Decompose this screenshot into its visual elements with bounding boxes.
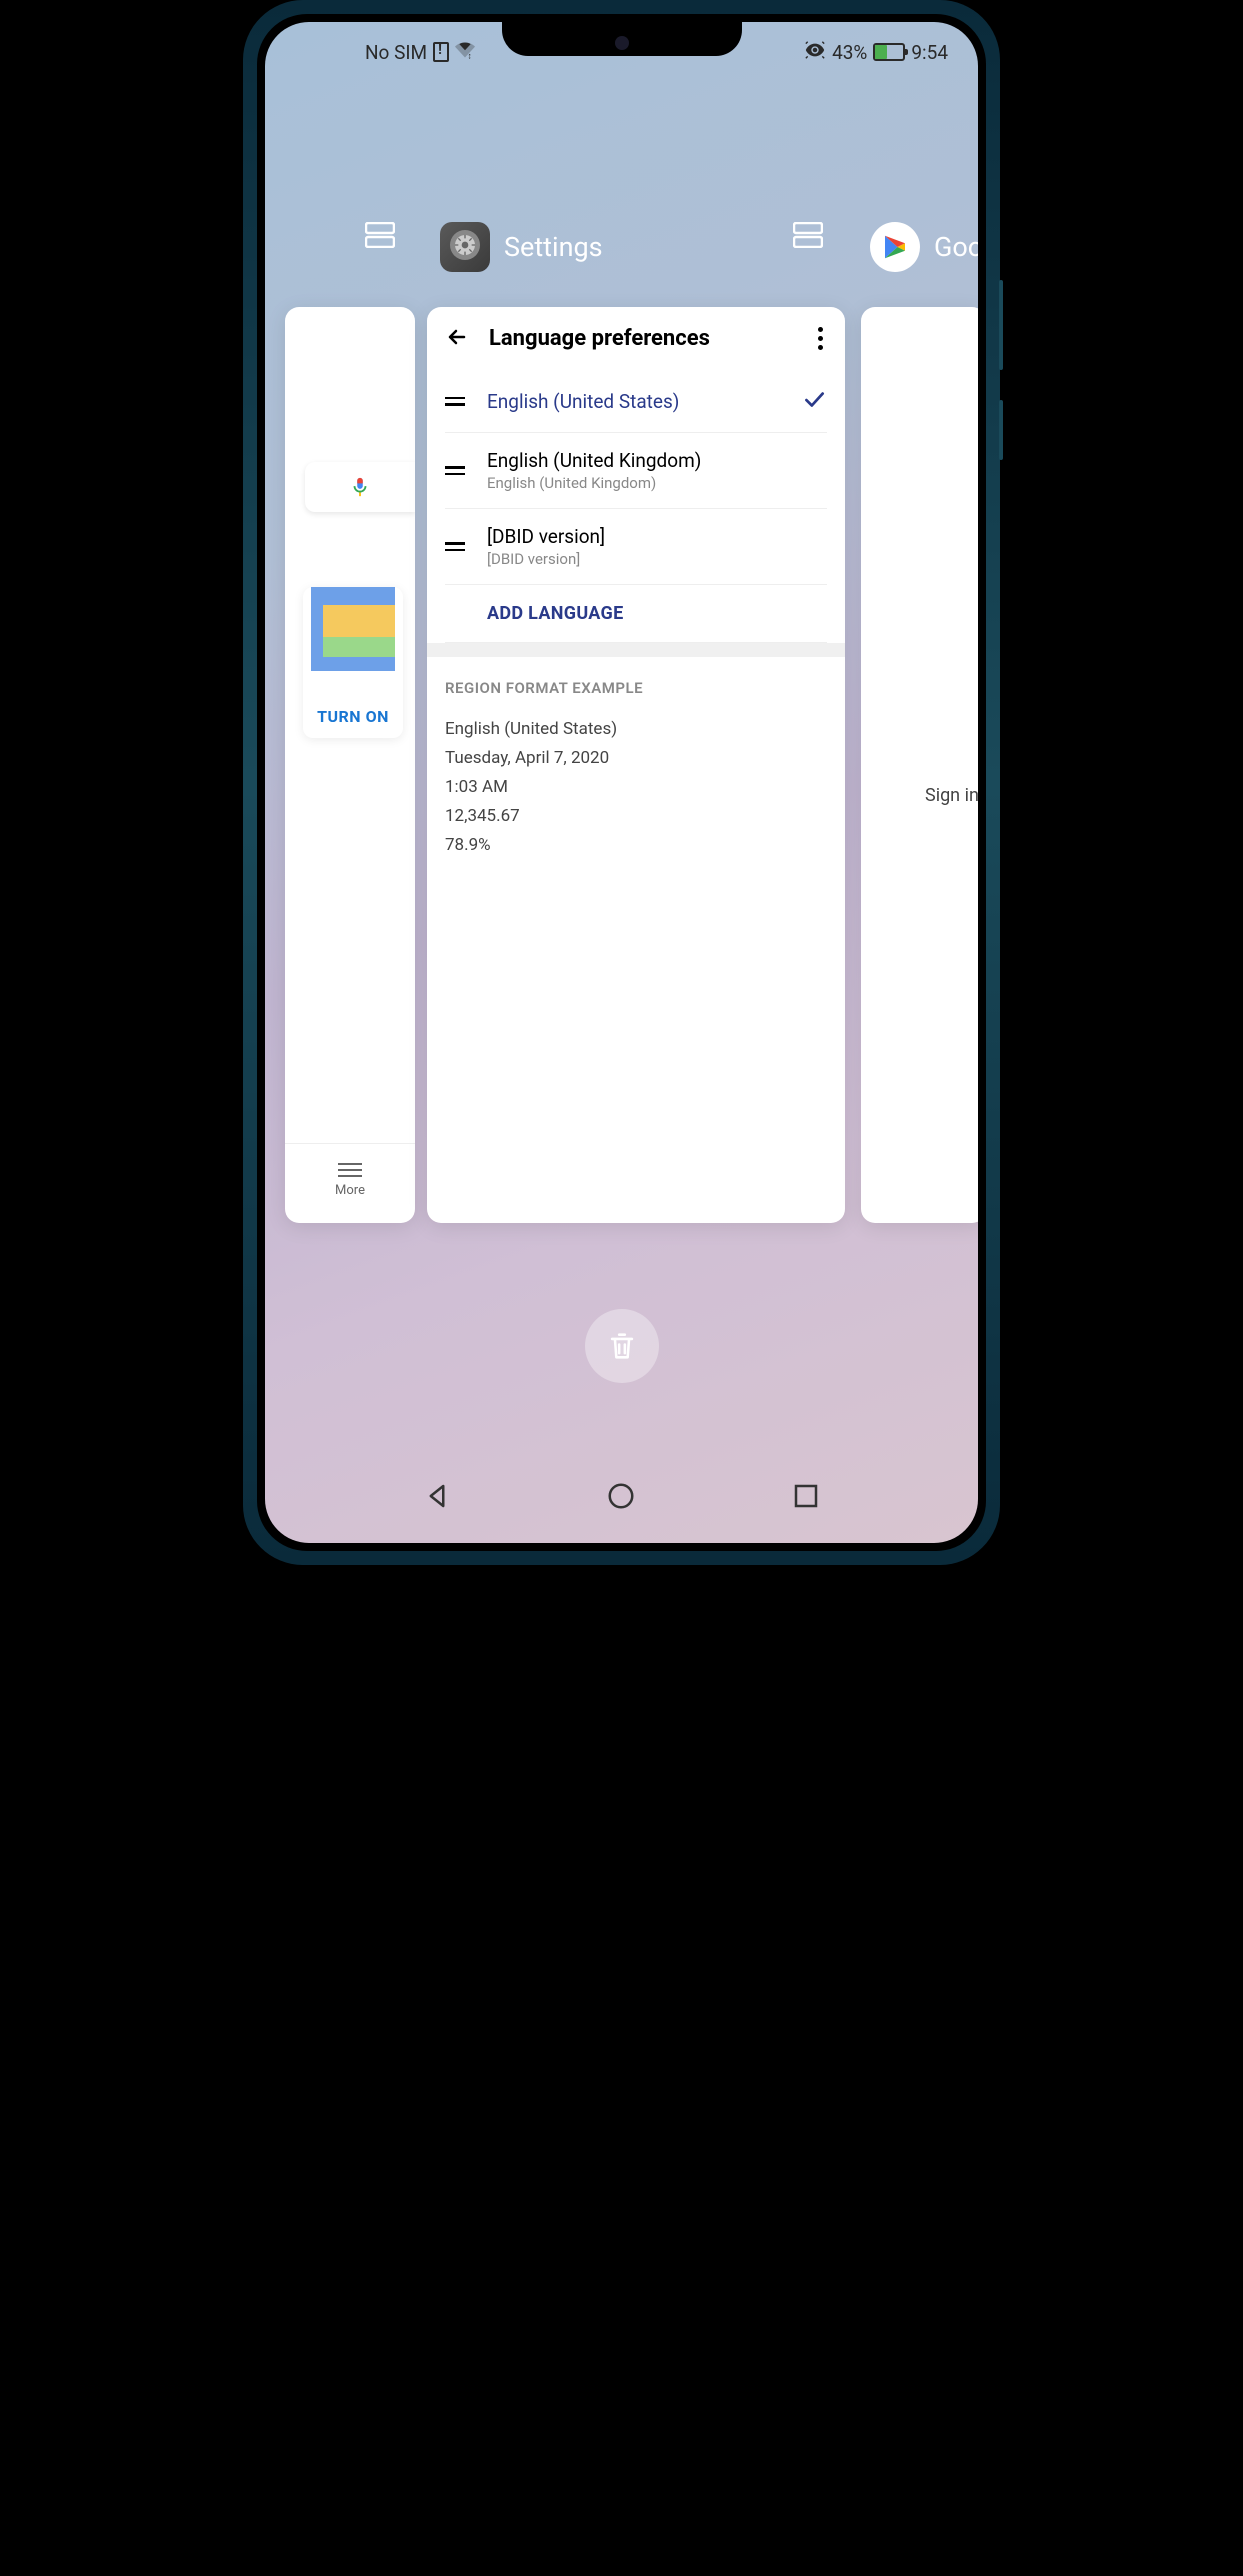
google-play-app-label: Goo — [934, 231, 978, 263]
page-title: Language preferences — [489, 326, 794, 351]
drag-handle-icon[interactable] — [445, 542, 465, 551]
back-arrow-icon[interactable] — [445, 325, 469, 353]
more-button[interactable]: More — [285, 1143, 415, 1223]
sign-in-text: Sign in to — [925, 785, 978, 806]
clock-time: 9:54 — [911, 41, 948, 64]
no-sim-label: No SIM — [365, 41, 427, 64]
recents-button[interactable] — [791, 1481, 821, 1515]
split-screen-icon[interactable] — [365, 222, 395, 248]
add-language-button[interactable]: ADD LANGUAGE — [445, 585, 827, 643]
section-divider — [427, 643, 845, 657]
settings-app-icon[interactable] — [440, 222, 490, 272]
language-item[interactable]: English (United Kingdom) English (United… — [445, 433, 827, 509]
sim-alert-icon — [433, 42, 449, 62]
split-screen-icon[interactable] — [793, 222, 823, 248]
google-play-app-icon[interactable] — [870, 222, 920, 272]
recents-card-google[interactable]: TURN ON More — [285, 307, 415, 1223]
more-label: More — [335, 1183, 365, 1198]
language-item[interactable]: English (United States) — [445, 370, 827, 433]
recents-card-settings[interactable]: Language preferences English (United Sta… — [427, 307, 845, 1223]
home-button[interactable] — [606, 1481, 636, 1515]
settings-app-label: Settings — [504, 231, 603, 263]
wifi-icon: ↕ — [455, 40, 475, 65]
turn-on-button[interactable]: TURN ON — [303, 707, 403, 726]
battery-icon — [873, 43, 905, 61]
back-button[interactable] — [422, 1481, 452, 1515]
battery-percent: 43% — [832, 41, 867, 64]
svg-text:↕: ↕ — [468, 51, 472, 60]
google-feed-widget[interactable]: TURN ON — [303, 587, 403, 738]
widget-preview-image — [311, 587, 395, 671]
check-icon — [801, 386, 827, 416]
language-item[interactable]: [DBID version] [DBID version] — [445, 509, 827, 585]
clear-all-button[interactable] — [585, 1309, 659, 1383]
language-name: English (United Kingdom) — [487, 449, 827, 472]
eye-comfort-icon — [804, 39, 826, 66]
language-name: [DBID version] — [487, 525, 827, 548]
recents-card-google-play[interactable]: Sign in to — [861, 307, 978, 1223]
display-notch — [502, 22, 742, 56]
voice-search-button[interactable] — [305, 462, 415, 512]
drag-handle-icon[interactable] — [445, 466, 465, 475]
recents-overview[interactable]: Settings Goo — [265, 222, 978, 1423]
navigation-bar — [265, 1453, 978, 1543]
region-format-header: REGION FORMAT EXAMPLE — [445, 657, 827, 705]
phone-screen: No SIM ↕ 43% 9:54 — [265, 22, 978, 1543]
hamburger-icon — [338, 1169, 362, 1171]
more-options-icon[interactable] — [814, 323, 827, 354]
drag-handle-icon[interactable] — [445, 397, 465, 406]
language-name: English (United States) — [487, 390, 779, 413]
language-native-name: [DBID version] — [487, 550, 827, 568]
language-native-name: English (United Kingdom) — [487, 474, 827, 492]
region-format-example: English (United States) Tuesday, April 7… — [445, 705, 827, 869]
